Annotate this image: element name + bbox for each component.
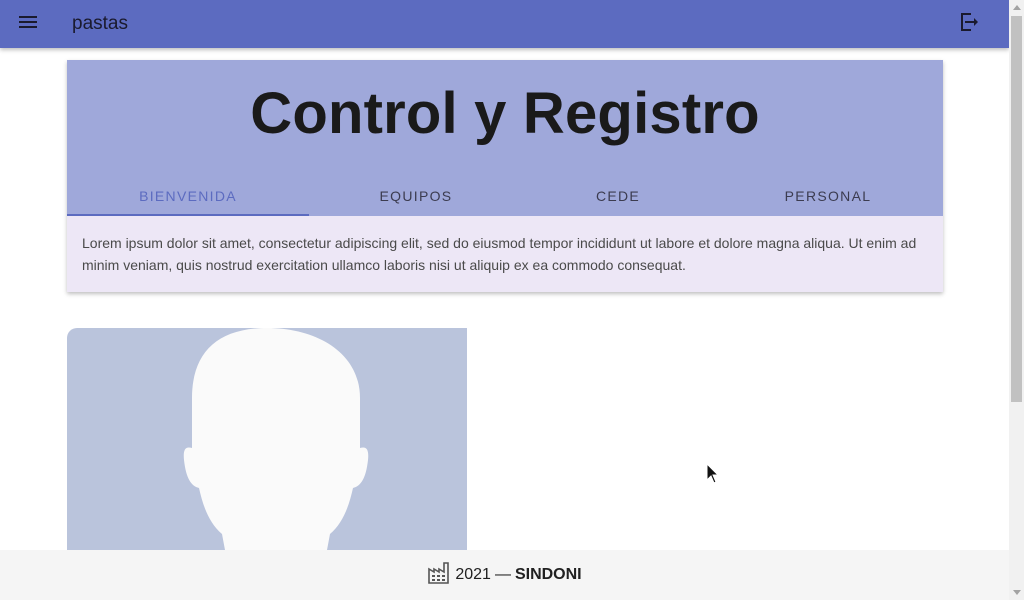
footer-separator: — bbox=[494, 566, 511, 583]
tab-bar: BIENVENIDA EQUIPOS CEDE PERSONAL bbox=[67, 176, 943, 216]
welcome-card: Control y Registro BIENVENIDA EQUIPOS CE… bbox=[67, 60, 943, 292]
logout-icon bbox=[956, 10, 980, 39]
footer-content: 2021 — SINDONI bbox=[427, 561, 582, 589]
scrollbar-thumb[interactable] bbox=[1011, 16, 1022, 402]
footer-brand: SINDONI bbox=[514, 566, 582, 583]
tab-bienvenida[interactable]: BIENVENIDA bbox=[67, 176, 309, 216]
mouse-cursor-icon bbox=[706, 462, 720, 489]
profile-image bbox=[67, 328, 467, 568]
tab-personal[interactable]: PERSONAL bbox=[713, 176, 943, 216]
card-header: Control y Registro BIENVENIDA EQUIPOS CE… bbox=[67, 60, 943, 216]
scroll-up-arrow-icon[interactable] bbox=[1009, 0, 1024, 15]
card-body-text: Lorem ipsum dolor sit amet, consectetur … bbox=[82, 235, 917, 273]
app-bar: pastas bbox=[0, 0, 1009, 48]
footer-year: 2021 bbox=[455, 566, 491, 583]
factory-icon bbox=[427, 561, 451, 589]
footer: 2021 — SINDONI bbox=[0, 550, 1009, 600]
tab-equipos[interactable]: EQUIPOS bbox=[309, 176, 523, 216]
page-title: Control y Registro bbox=[250, 81, 760, 146]
menu-icon bbox=[16, 10, 40, 39]
user-silhouette-icon bbox=[183, 328, 369, 568]
vertical-scrollbar[interactable] bbox=[1009, 0, 1024, 600]
app-title: pastas bbox=[72, 13, 128, 34]
tab-cede[interactable]: CEDE bbox=[523, 176, 713, 216]
menu-button[interactable] bbox=[16, 12, 40, 36]
scroll-down-arrow-icon[interactable] bbox=[1009, 585, 1024, 600]
logout-button[interactable] bbox=[956, 12, 980, 36]
